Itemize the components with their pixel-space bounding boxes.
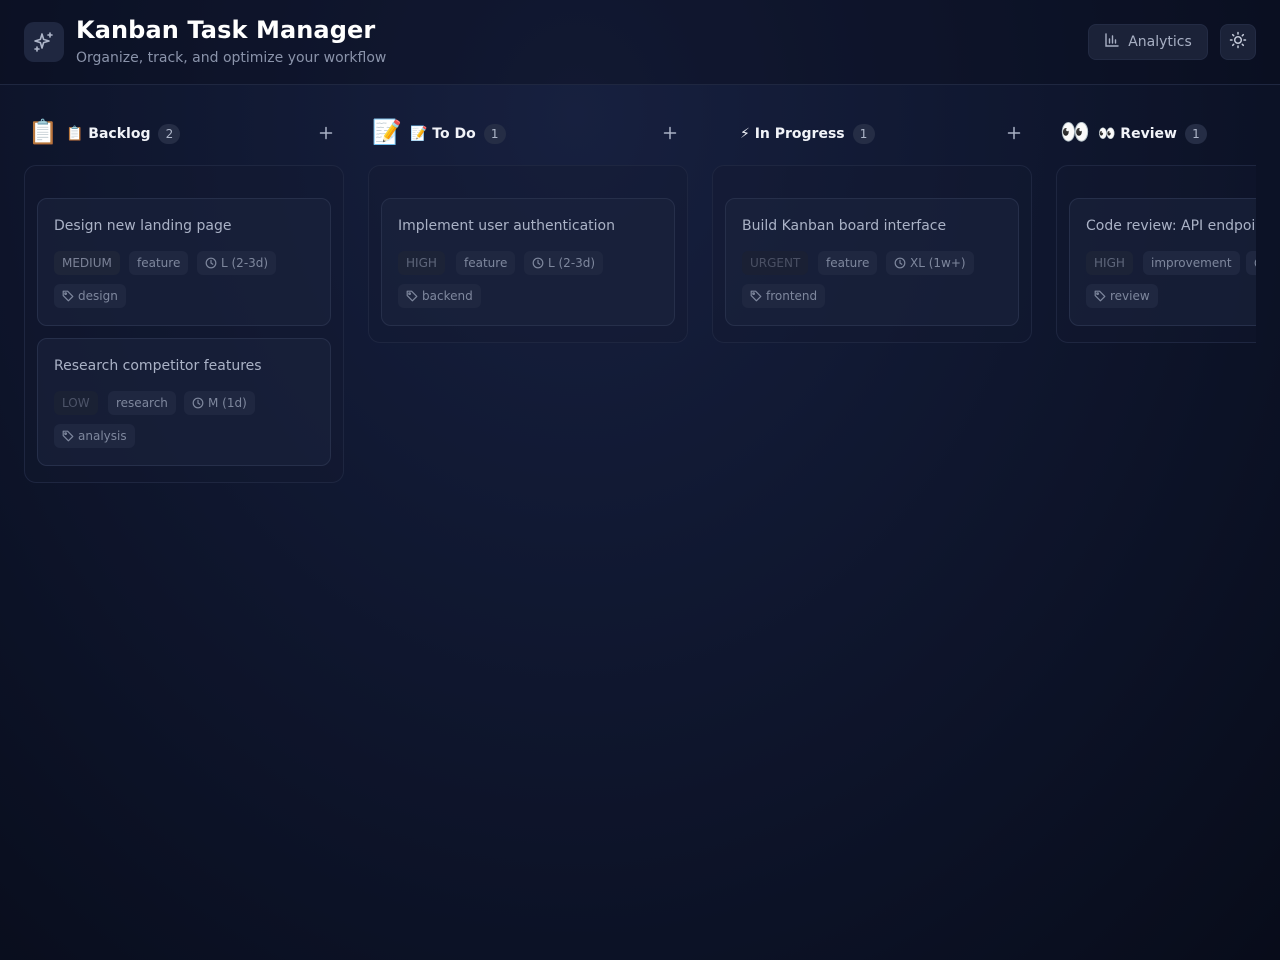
column-emoji: 📋 — [28, 118, 58, 146]
column-todo: 📝 📝 To Do 1 Implement user authenticatio… — [368, 112, 688, 343]
tag-text: frontend — [766, 289, 818, 303]
type-badge: feature — [129, 251, 189, 275]
sun-icon — [1229, 31, 1247, 53]
task-title: Design new landing page — [54, 218, 232, 234]
task-card[interactable]: Research competitor features LOW researc… — [37, 338, 331, 466]
column-title: 📝 To Do — [410, 126, 476, 142]
plus-icon — [319, 126, 333, 140]
add-task-button[interactable] — [1004, 123, 1024, 143]
task-card[interactable]: Code review: API endpoints HIGH improvem… — [1069, 198, 1256, 326]
task-card[interactable]: Implement user authentication HIGH featu… — [381, 198, 675, 326]
task-title: Build Kanban board interface — [742, 218, 947, 234]
tag-icon — [62, 290, 74, 302]
kanban-board: 📋 📋 Backlog 2 Design new landing page ME… — [24, 112, 1256, 512]
type-badge: improvement — [1143, 251, 1240, 275]
priority-badge: LOW — [54, 391, 98, 415]
column-drop-area[interactable]: Implement user authentication HIGH featu… — [368, 165, 688, 343]
column-review: 👀 👀 Review 1 Code review: API endpoints … — [1056, 112, 1256, 343]
task-card[interactable]: Design new landing page MEDIUM feature L… — [37, 198, 331, 326]
estimate-text: L (2-3d) — [548, 256, 596, 270]
tag-badge: frontend — [742, 284, 826, 308]
priority-badge: HIGH — [1086, 251, 1133, 275]
tag-text: backend — [422, 289, 473, 303]
analytics-label: Analytics — [1128, 34, 1192, 50]
column-drop-area[interactable]: Code review: API endpoints HIGH improvem… — [1056, 165, 1256, 343]
estimate-text: L (2-3d) — [221, 256, 269, 270]
column-title: 📋 Backlog — [66, 126, 151, 142]
tag-badge: review — [1086, 284, 1158, 308]
column-count-badge: 1 — [1184, 124, 1207, 144]
tag-text: review — [1110, 289, 1150, 303]
tag-text: design — [78, 289, 118, 303]
estimate-badge — [1246, 251, 1256, 275]
type-badge: feature — [818, 251, 878, 275]
add-task-button[interactable] — [316, 123, 336, 143]
priority-badge: MEDIUM — [54, 251, 120, 275]
column-title: ⚡ In Progress — [740, 126, 845, 142]
clock-icon — [894, 257, 906, 269]
sparkles-icon — [24, 22, 64, 62]
tag-badge: analysis — [54, 424, 135, 448]
task-card[interactable]: Build Kanban board interface URGENT feat… — [725, 198, 1019, 326]
task-title: Implement user authentication — [398, 218, 615, 234]
clock-icon — [1254, 259, 1256, 267]
priority-badge: URGENT — [742, 251, 809, 275]
column-title: 👀 Review — [1098, 126, 1177, 142]
app-header: Kanban Task Manager Organize, track, and… — [0, 0, 1280, 85]
tag-icon — [406, 290, 418, 302]
estimate-badge: L (2-3d) — [524, 251, 604, 275]
analytics-button[interactable]: Analytics — [1088, 24, 1208, 60]
tag-text: analysis — [78, 429, 127, 443]
column-header: ⚡ In Progress 1 — [712, 112, 1032, 154]
column-count-badge: 1 — [483, 124, 506, 144]
type-badge: feature — [456, 251, 516, 275]
column-emoji: 👀 — [1060, 118, 1090, 146]
clock-icon — [205, 257, 217, 269]
tag-badge: backend — [398, 284, 481, 308]
estimate-text: XL (1w+) — [910, 256, 966, 270]
task-title: Code review: API endpoints — [1086, 218, 1256, 234]
column-drop-area[interactable]: Design new landing page MEDIUM feature L… — [24, 165, 344, 483]
clock-icon — [532, 257, 544, 269]
column-header: 👀 👀 Review 1 — [1056, 112, 1256, 154]
bar-chart-icon — [1104, 32, 1120, 52]
estimate-badge: L (2-3d) — [197, 251, 277, 275]
type-badge: research — [108, 391, 176, 415]
column-header: 📝 📝 To Do 1 — [368, 112, 688, 154]
column-emoji: 📝 — [372, 118, 402, 146]
app-title: Kanban Task Manager — [76, 16, 376, 44]
priority-badge: HIGH — [398, 251, 445, 275]
plus-icon — [663, 126, 677, 140]
plus-icon — [1007, 126, 1021, 140]
estimate-badge: M (1d) — [184, 391, 255, 415]
column-in-progress: ⚡ In Progress 1 Build Kanban board inter… — [712, 112, 1032, 343]
column-header: 📋 📋 Backlog 2 — [24, 112, 344, 154]
task-title: Research competitor features — [54, 358, 262, 374]
estimate-badge: XL (1w+) — [886, 251, 974, 275]
clock-icon — [192, 397, 204, 409]
add-task-button[interactable] — [660, 123, 680, 143]
tag-icon — [62, 430, 74, 442]
app-subtitle: Organize, track, and optimize your workf… — [76, 50, 387, 66]
tag-badge: design — [54, 284, 126, 308]
column-backlog: 📋 📋 Backlog 2 Design new landing page ME… — [24, 112, 344, 483]
tag-icon — [1094, 290, 1106, 302]
column-drop-area[interactable]: Build Kanban board interface URGENT feat… — [712, 165, 1032, 343]
column-count-badge: 1 — [852, 124, 875, 144]
estimate-text: M (1d) — [208, 396, 247, 410]
tag-icon — [750, 290, 762, 302]
theme-toggle-button[interactable] — [1220, 24, 1256, 60]
column-count-badge: 2 — [158, 124, 181, 144]
